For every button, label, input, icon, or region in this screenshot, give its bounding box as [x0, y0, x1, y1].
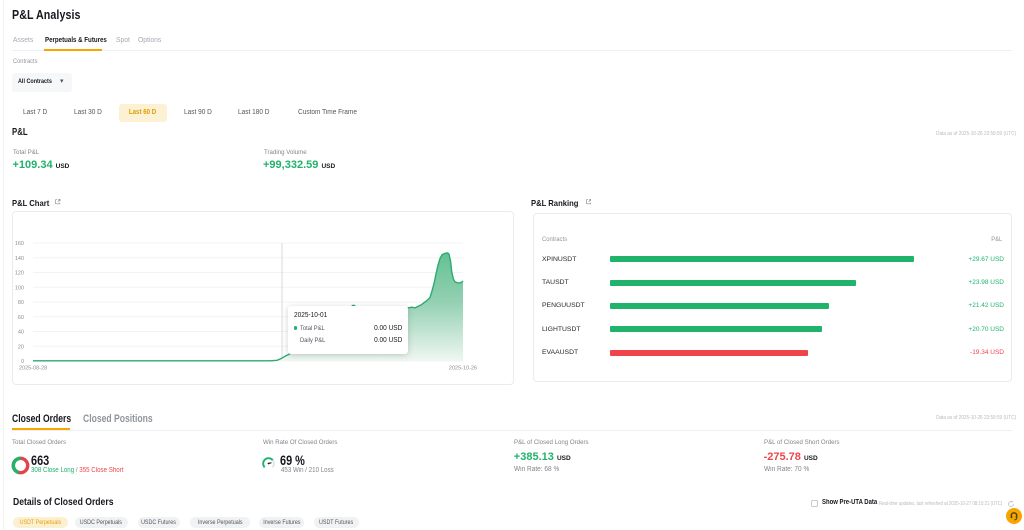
svg-text:100: 100	[15, 285, 24, 291]
svg-text:60: 60	[18, 315, 24, 321]
svg-text:2025-10-26: 2025-10-26	[449, 366, 477, 372]
svg-text:20: 20	[18, 344, 24, 350]
svg-text:140: 140	[15, 256, 24, 262]
svg-text:160: 160	[15, 241, 24, 247]
svg-text:2025-08-28: 2025-08-28	[19, 366, 47, 372]
svg-text:80: 80	[18, 300, 24, 306]
svg-text:40: 40	[18, 330, 24, 336]
svg-text:120: 120	[15, 271, 24, 277]
svg-text:0: 0	[21, 359, 24, 365]
